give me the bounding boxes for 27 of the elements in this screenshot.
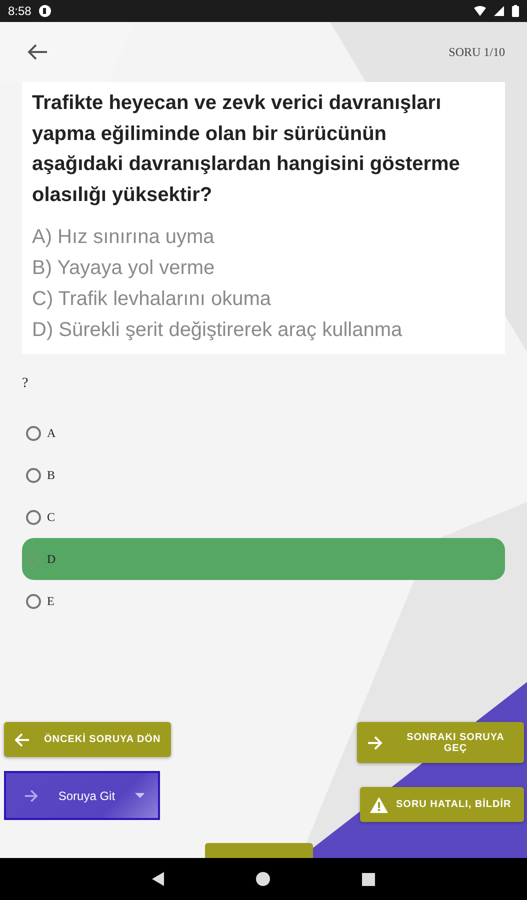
caret-icon [135, 793, 144, 798]
arrow-left-icon [14, 732, 30, 746]
arrow-right-icon [24, 788, 38, 802]
answer-option[interactable]: D [22, 538, 505, 580]
answer-option[interactable]: C [22, 496, 505, 538]
nav-home-icon[interactable] [256, 872, 270, 886]
choice-text: B) Yayaya yol verme [32, 256, 216, 281]
status-time: 8:58 [8, 4, 32, 18]
choice-text: A) Hız sınırına uyma [32, 225, 216, 250]
arrow-right-icon [367, 736, 383, 750]
signal-icon [494, 6, 504, 16]
battery-icon [512, 5, 519, 17]
answer-option[interactable]: A [22, 412, 505, 454]
warning-icon [370, 796, 388, 812]
question-counter: SORU 1/10 [448, 44, 505, 60]
nav-back-icon[interactable] [152, 872, 164, 886]
question-text: Trafikte heyecan ve zevk verici davranışları yapma eğiliminde olan bir sürücünün aşağıdaki davranışlardan hangisini gösterme olasılığı yüksektir? [32, 91, 461, 208]
notification-icon [39, 5, 52, 17]
go-to-question-dropdown[interactable]: Soruya Git [4, 771, 160, 820]
answer-option[interactable]: E [22, 580, 505, 622]
choice-text: C) Trafik levhalarını okuma [32, 287, 272, 312]
wifi-icon [474, 6, 486, 16]
back-icon[interactable] [26, 43, 48, 61]
nav-recents-icon[interactable] [362, 872, 375, 886]
choice-text: D) Sürekli şerit değiştirerek araç kullanma [32, 318, 404, 343]
prompt-text: ? [22, 376, 30, 392]
answer-option[interactable]: B [22, 454, 505, 496]
